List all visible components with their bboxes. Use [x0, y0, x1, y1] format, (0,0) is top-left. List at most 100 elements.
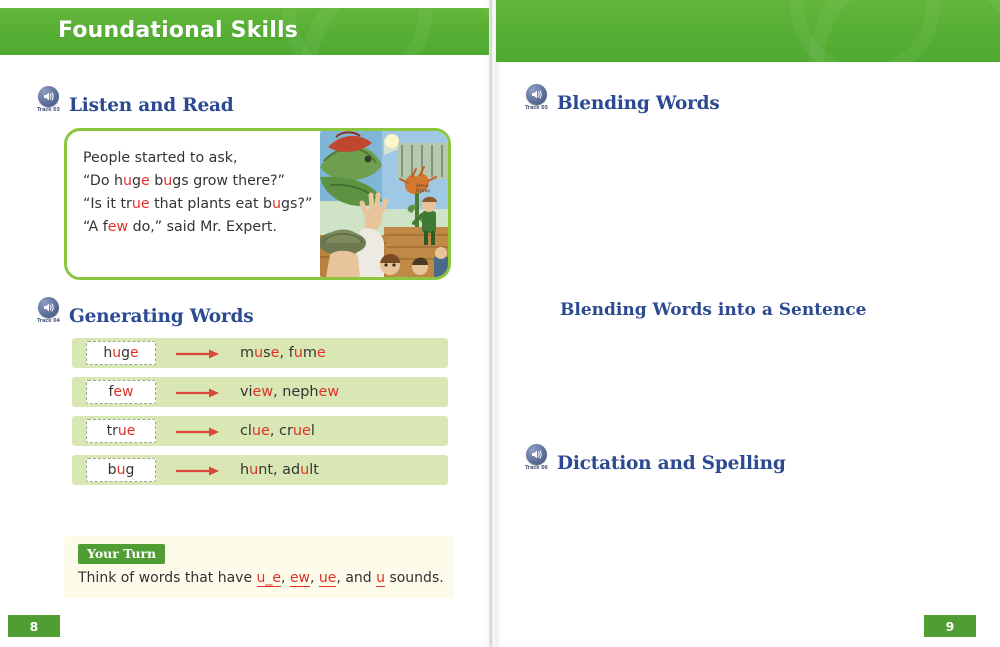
track-label: Track 03	[37, 107, 60, 113]
arrow-right-icon	[176, 464, 220, 476]
your-turn-text: Think of words that have u_e, ew, ue, an…	[78, 570, 444, 587]
passage-line: People started to ask,	[83, 147, 331, 170]
plain-text: l	[310, 423, 315, 439]
plain-text: Think of words that have	[78, 570, 257, 586]
arrow-right-icon	[176, 425, 220, 437]
plain-text: People started to ask,	[83, 150, 238, 166]
plain-text: g	[132, 173, 142, 189]
plain-text: nt, ad	[258, 462, 301, 478]
section-blending-words-heading: Track 05 Blending Words	[525, 84, 720, 114]
highlighted-text: ue	[251, 423, 270, 439]
plain-text: gs?”	[281, 196, 313, 212]
section-title: Listen and Read	[69, 94, 234, 116]
plain-text: s	[263, 345, 271, 361]
your-turn-badge: Your Turn	[78, 544, 166, 564]
speaker-icon[interactable]: Track 05	[525, 84, 550, 114]
page-number-right: 9	[924, 615, 976, 637]
highlighted-text: ew	[289, 570, 311, 587]
cue-word-box: tr ue	[86, 419, 156, 443]
plain-text: , neph	[273, 384, 319, 400]
highlighted-text: u_e	[256, 570, 282, 587]
generating-words-row: h u g e muse, fume	[72, 338, 448, 368]
plain-text: , f	[279, 345, 294, 361]
highlighted-text: u	[300, 462, 310, 478]
highlighted-text: ue	[318, 570, 337, 587]
highlighted-text: ew	[113, 384, 134, 400]
highlighted-text: u	[293, 345, 303, 361]
highlighted-text: e	[141, 173, 150, 189]
plain-text: “Do h	[83, 173, 124, 189]
reading-passage-box: People started to ask, “Do huge bugs grow…	[64, 128, 451, 280]
passage-line: “Is it true that plants eat bugs?”	[83, 193, 331, 216]
section-generating-words-heading: Track 04 Generating Words	[37, 297, 254, 327]
generating-words-row: b u g hunt, adult	[72, 455, 448, 485]
section-title: Generating Words	[69, 305, 254, 327]
highlighted-text: ue	[131, 196, 150, 212]
generated-words: view, nephew	[240, 384, 339, 400]
section-dictation-heading: Track 06 Dictation and Spelling	[525, 444, 786, 474]
blending-sentence-title: Blending Words into a Sentence	[560, 300, 867, 320]
speaker-icon[interactable]: Track 04	[37, 297, 62, 327]
plain-text: lt	[309, 462, 319, 478]
generating-words-list: h u g e muse, fume f ew view, nephew tr ue clue, c…	[72, 338, 448, 494]
plain-text: ,	[281, 570, 290, 586]
highlighted-text: u	[376, 570, 385, 587]
highlighted-text: ue	[117, 423, 136, 439]
page-number-left: 8	[8, 615, 60, 637]
highlighted-text: ew	[318, 384, 340, 400]
cue-word-box: f ew	[86, 380, 156, 404]
plain-text: ,	[310, 570, 319, 586]
passage-line: “A few do,” said Mr. Expert.	[83, 216, 331, 239]
highlighted-text: u	[123, 173, 133, 189]
cue-word-box: bug	[86, 458, 156, 482]
plain-text: sounds.	[385, 570, 444, 586]
plain-text: gs grow there?”	[172, 173, 285, 189]
highlighted-text: ew	[107, 219, 129, 235]
plain-text: h	[103, 345, 113, 361]
generated-words: muse, fume	[240, 345, 326, 361]
highlighted-text: e	[130, 345, 139, 361]
your-turn-box: Your Turn Think of words that have u_e, …	[64, 536, 454, 598]
speaker-icon[interactable]: Track 03	[37, 86, 62, 116]
plain-text: , cr	[269, 423, 293, 439]
arrow-right-icon	[176, 347, 220, 359]
section-listen-and-read-heading: Track 03 Listen and Read	[37, 86, 234, 116]
speaker-icon[interactable]: Track 06	[525, 444, 550, 474]
plain-text: , and	[336, 570, 377, 586]
generating-words-row: tr ue clue, cruel	[72, 416, 448, 446]
passage-text: People started to ask, “Do huge bugs grow…	[83, 147, 331, 239]
plain-text: do,” said Mr. Expert.	[128, 219, 277, 235]
track-label: Track 05	[525, 105, 548, 111]
workbook-spread: Foundational Skills Track 03 Listen and …	[0, 0, 1000, 647]
svg-text:Flytrap: Flytrap	[416, 188, 430, 193]
swirl-decoration-icon	[790, 0, 940, 62]
carnivorous-plant-illustration: Venus Flytrap	[320, 131, 448, 277]
highlighted-text: ue	[292, 423, 311, 439]
generating-words-row: f ew view, nephew	[72, 377, 448, 407]
highlighted-text: u	[112, 345, 122, 361]
generated-words: hunt, adult	[240, 462, 319, 478]
plain-text: b	[107, 462, 117, 478]
page-title: Foundational Skills	[58, 18, 299, 43]
swirl-decoration-icon	[282, 8, 432, 55]
track-label: Track 06	[525, 465, 548, 471]
cue-word-box: huge	[86, 341, 156, 365]
highlighted-text: u	[254, 345, 264, 361]
plain-text: b	[149, 173, 164, 189]
plain-text: g	[121, 345, 130, 361]
highlighted-text: u	[249, 462, 259, 478]
highlighted-text: u	[116, 462, 126, 478]
highlighted-text: e	[270, 345, 280, 361]
right-page: Track 05 Blending Words u_eewueu 1cuttub…	[496, 0, 1000, 647]
highlighted-text: e	[316, 345, 326, 361]
plain-text: that plants eat b	[149, 196, 273, 212]
unit-header-band-right	[496, 0, 1000, 62]
plain-text: m	[240, 345, 255, 361]
plain-text: “Is it tr	[83, 196, 132, 212]
highlighted-text: u	[163, 173, 173, 189]
passage-line: “Do huge bugs grow there?”	[83, 170, 331, 193]
page-gutter	[489, 0, 496, 647]
plain-text: “A f	[83, 219, 108, 235]
plain-text: vi	[240, 384, 253, 400]
left-page: Foundational Skills Track 03 Listen and …	[0, 0, 492, 647]
